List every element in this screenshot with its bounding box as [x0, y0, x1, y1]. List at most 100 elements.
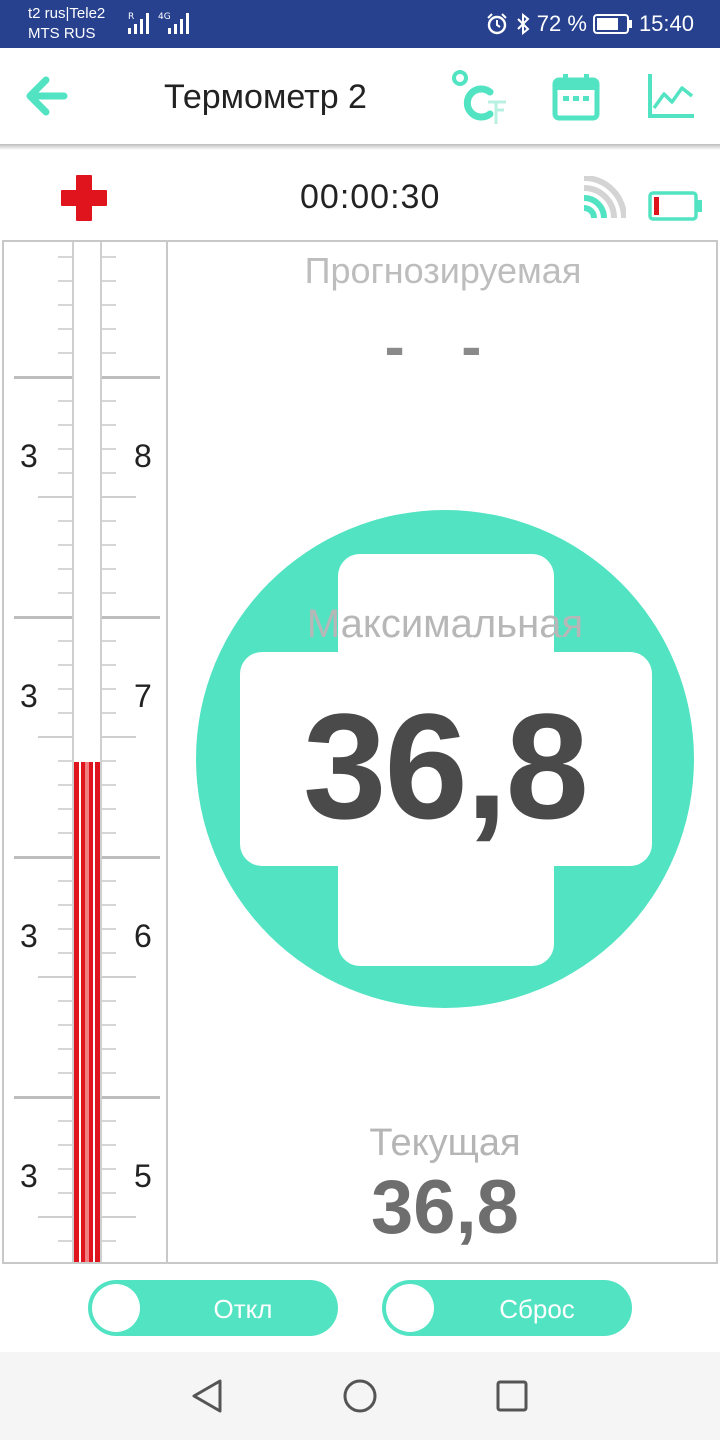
- alarm-icon: [487, 13, 507, 35]
- back-arrow-icon[interactable]: [22, 70, 70, 122]
- nav-home-icon[interactable]: [342, 1378, 378, 1414]
- scale-tick: [14, 856, 72, 859]
- scale-tick: [58, 352, 72, 354]
- scale-tick: [58, 880, 72, 882]
- scale-tick: [102, 376, 160, 379]
- carrier-2: MTS RUS: [28, 25, 96, 42]
- nav-recent-icon[interactable]: [496, 1380, 528, 1412]
- scale-tick: [58, 1024, 72, 1026]
- forecast-label: Прогнозируемая: [304, 250, 582, 291]
- max-value: 36,8: [303, 682, 589, 850]
- scale-tick: [58, 544, 72, 546]
- signal-4g-icon: 4G: [158, 12, 189, 34]
- scale-tick: [102, 472, 116, 474]
- scale-tick: [102, 424, 116, 426]
- signal-strength-icon: [583, 176, 626, 219]
- scale-tick: [58, 520, 72, 522]
- nav-back-icon[interactable]: [190, 1378, 224, 1414]
- app-bar: Термометр 2: [0, 48, 720, 144]
- scale-tick: [58, 904, 72, 906]
- scale-tick: [58, 664, 72, 666]
- scale-tick: [102, 832, 116, 834]
- scale-tick: [58, 1000, 72, 1002]
- scale-tick: [102, 544, 116, 546]
- scale-tick: [58, 424, 72, 426]
- scale-tick: [102, 1072, 116, 1074]
- forecast-value: - -: [384, 313, 502, 380]
- scale-tick: [102, 1096, 160, 1099]
- scale-tick: [58, 568, 72, 570]
- scale-tick: [58, 1168, 72, 1170]
- scale-tick: [102, 808, 116, 810]
- reset-toggle[interactable]: Сброс: [382, 1280, 632, 1336]
- scale-tick: [58, 808, 72, 810]
- scale-tick: [14, 1096, 72, 1099]
- scale-label-left: 3: [20, 438, 38, 474]
- scale-tick: [58, 1240, 72, 1242]
- off-toggle[interactable]: Откл: [88, 1280, 338, 1336]
- info-row: 00:00:30: [0, 150, 720, 240]
- scale-tick: [102, 760, 116, 762]
- scale-tick: [58, 472, 72, 474]
- scale-tick: [102, 712, 116, 714]
- temperature-unit-icon[interactable]: [448, 66, 512, 130]
- scale-tick: [102, 1024, 116, 1026]
- scale-tick: [102, 1240, 116, 1242]
- mercury-column: [74, 762, 100, 1262]
- scale-tick: [58, 400, 72, 402]
- scale-tick: [102, 904, 116, 906]
- scale-tick: [58, 1120, 72, 1122]
- scale-tick: [102, 736, 136, 738]
- scale-tick: [102, 784, 116, 786]
- battery-icon: [592, 14, 632, 34]
- scale-tick: [58, 328, 72, 330]
- scale-tick: [58, 952, 72, 954]
- scale-tick: [58, 256, 72, 258]
- scale-tick: [102, 256, 116, 258]
- medical-cross-icon: [61, 175, 107, 221]
- scale-tick: [38, 496, 72, 498]
- scale-tick: [58, 784, 72, 786]
- scale-tick: [102, 496, 136, 498]
- status-bar: t2 rus|Tele2 MTS RUS R 4G 72 % 15:40: [0, 0, 720, 48]
- device-battery-icon: [648, 191, 702, 221]
- calendar-icon[interactable]: [552, 72, 600, 122]
- current-value: 36,8: [371, 1165, 519, 1250]
- scale-tick: [102, 304, 116, 306]
- scale-tick: [58, 712, 72, 714]
- scale-tick: [58, 928, 72, 930]
- scale-tick: [102, 952, 116, 954]
- max-label: Максимальная: [306, 602, 584, 646]
- scale-tick: [38, 1216, 72, 1218]
- scale-tick: [58, 1144, 72, 1146]
- scale-label-right: 5: [134, 1158, 152, 1194]
- scale-tick: [38, 976, 72, 978]
- carrier-1: t2 rus|Tele2: [28, 5, 106, 22]
- signal-roaming-icon: R: [128, 12, 149, 34]
- scale-tick: [102, 1168, 116, 1170]
- scale-tick: [102, 568, 116, 570]
- scale-tick: [102, 880, 116, 882]
- chart-icon[interactable]: [646, 72, 696, 120]
- scale-tick: [102, 928, 116, 930]
- scale-label-left: 3: [20, 918, 38, 954]
- clock: 15:40: [638, 11, 694, 36]
- scale-tick: [102, 1192, 116, 1194]
- current-label: Текущая: [369, 1122, 521, 1164]
- carrier-info: t2 rus|Tele2 MTS RUS: [28, 4, 105, 44]
- scale-tick: [102, 616, 160, 619]
- scale-tick: [58, 448, 72, 450]
- scale-tick: [102, 664, 116, 666]
- scale-tick: [102, 1144, 116, 1146]
- scale-tick: [102, 640, 116, 642]
- toggle-knob: [92, 1284, 140, 1332]
- scale-tick: [58, 592, 72, 594]
- scale-label-left: 3: [20, 1158, 38, 1194]
- scale-tick: [58, 280, 72, 282]
- scale-tick: [58, 1072, 72, 1074]
- scale-tick: [58, 304, 72, 306]
- scale-tick: [102, 328, 116, 330]
- scale-tick: [102, 520, 116, 522]
- scale-tick: [14, 376, 72, 379]
- scale-label-right: 6: [134, 918, 152, 954]
